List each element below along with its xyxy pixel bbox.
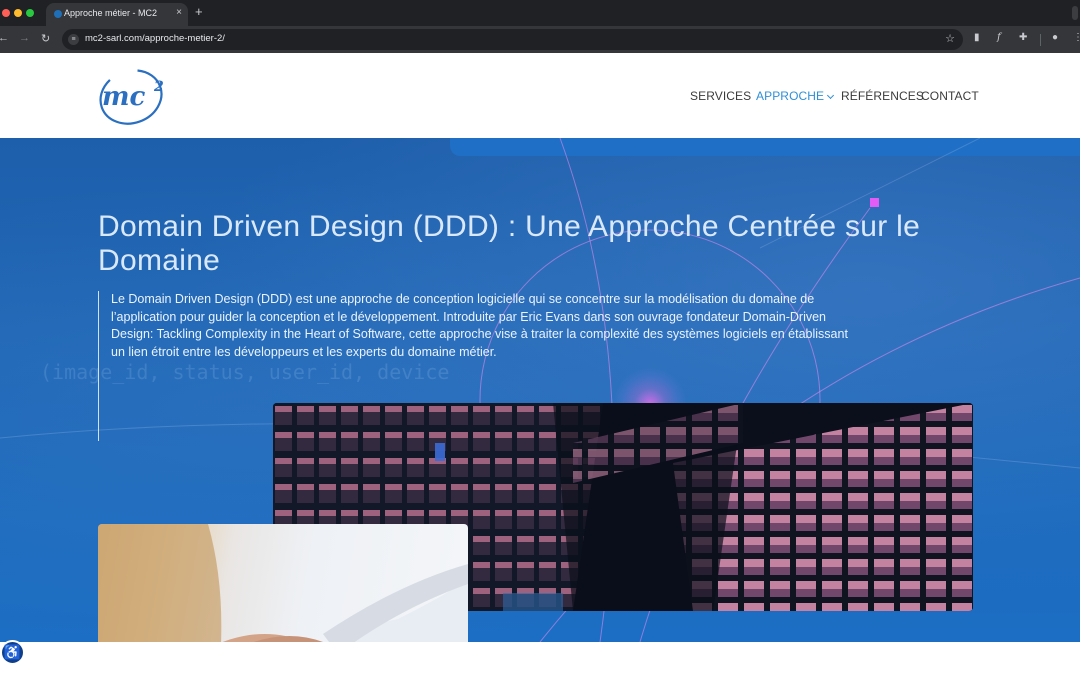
content-below-hero — [0, 642, 1080, 675]
extension-doc-icon[interactable]: ▮ — [974, 32, 980, 43]
forward-button[interactable]: → — [19, 32, 30, 44]
site-settings-icon[interactable]: ≡ — [68, 34, 79, 45]
handshake-photo — [98, 524, 468, 642]
browser-toolbar: ← → ↻ ≡ mc2-sarl.com/approche-metier-2/ … — [0, 26, 1080, 53]
reload-button[interactable]: ↻ — [41, 32, 50, 45]
tab-overflow-button[interactable] — [1072, 6, 1078, 20]
url-text[interactable]: mc2-sarl.com/approche-metier-2/ — [85, 33, 225, 44]
window-minimize-button[interactable] — [14, 9, 22, 17]
handshake-illustration — [98, 524, 468, 642]
tab-favicon-icon — [54, 10, 62, 18]
page-title: Domain Driven Design (DDD) : Une Approch… — [98, 210, 921, 277]
pink-marker-square — [870, 198, 879, 207]
nav-references[interactable]: RÉFÉRENCES — [841, 89, 924, 103]
address-bar[interactable]: ≡ mc2-sarl.com/approche-metier-2/ ☆ — [62, 29, 963, 50]
window-maximize-button[interactable] — [26, 9, 34, 17]
chevron-down-icon — [827, 91, 835, 100]
logo-superscript: 2 — [153, 79, 164, 95]
new-tab-button[interactable]: + — [195, 4, 203, 19]
browser-tab-active[interactable]: Approche métier - MC2 × — [46, 3, 188, 26]
browser-menu-icon[interactable]: ⋮ — [1073, 32, 1080, 43]
extensions-puzzle-icon[interactable]: ✚ — [1019, 32, 1027, 43]
tab-title: Approche métier - MC2 — [64, 8, 158, 18]
accessibility-icon[interactable]: ♿ — [0, 640, 25, 665]
nav-approche-label: APPROCHE — [756, 89, 825, 103]
quote-bar — [98, 291, 99, 441]
hero-paragraph: Le Domain Driven Design (DDD) est une ap… — [111, 292, 848, 359]
hero-section: (image_id, status, user_id, device Domai… — [0, 138, 1080, 642]
nav-services[interactable]: SERVICES — [690, 89, 751, 103]
browser-tab-bar: Approche métier - MC2 × + — [0, 0, 1080, 26]
back-button[interactable]: ← — [0, 32, 9, 44]
toolbar-divider — [1040, 34, 1041, 46]
extension-function-icon[interactable]: f — [997, 32, 1001, 43]
site-header: mc 2 SERVICES APPROCHE RÉFÉRENCES CONTAC… — [0, 53, 1080, 138]
nav-contact[interactable]: CONTACT — [921, 89, 979, 103]
profile-icon[interactable]: ● — [1052, 32, 1058, 43]
window-close-button[interactable] — [2, 9, 10, 17]
nav-approche[interactable]: APPROCHE — [756, 89, 835, 103]
mc2-logo[interactable]: mc 2 — [98, 67, 170, 125]
bookmark-star-icon[interactable]: ☆ — [945, 32, 955, 45]
tab-close-icon[interactable]: × — [176, 7, 182, 18]
logo-text: mc — [102, 82, 146, 112]
